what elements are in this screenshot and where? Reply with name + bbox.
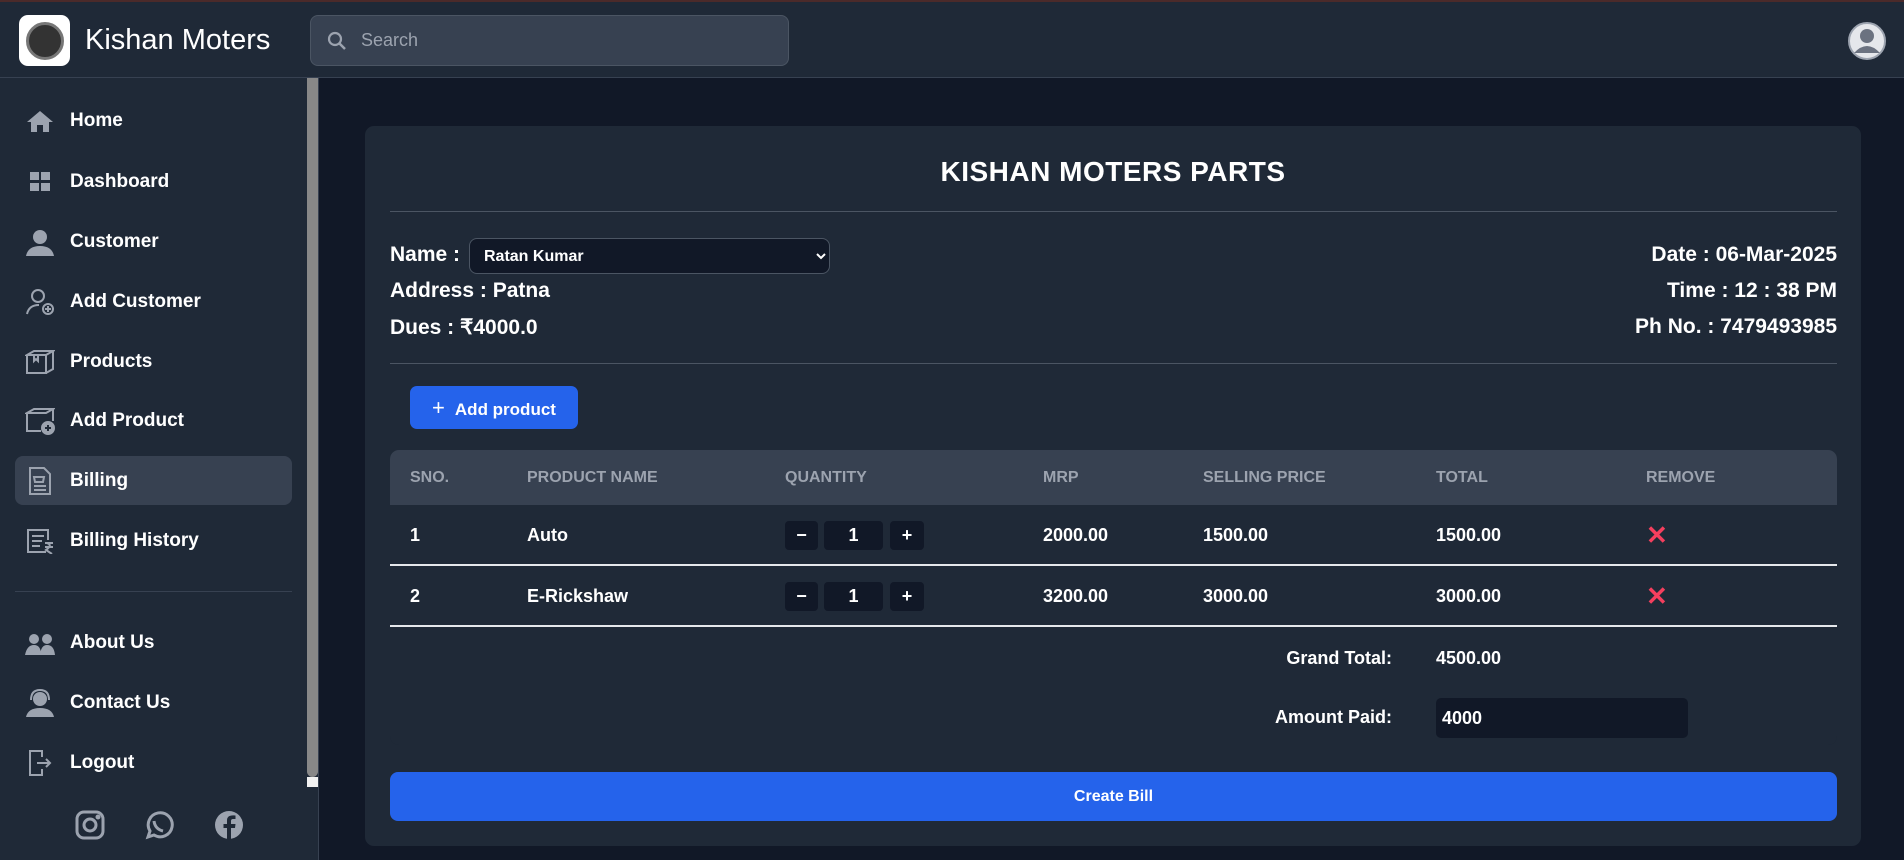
sidebar-item-add-customer[interactable]: Add Customer (15, 277, 292, 326)
sidebar-item-products[interactable]: Products (15, 337, 292, 386)
bill-date: Date : 06-Mar-2025 (1651, 243, 1837, 266)
phone-number: Ph No. : 7479493985 (1635, 315, 1837, 338)
brand-logo[interactable] (19, 15, 70, 66)
bill-time: Time : 12 : 38 PM (1666, 279, 1837, 302)
customer-dues: Dues : ₹4000.0 (390, 316, 538, 339)
facebook-icon[interactable] (214, 810, 244, 840)
col-product-name: PRODUCT NAME (527, 469, 658, 486)
plus-icon: + (432, 394, 445, 420)
logout-icon (25, 749, 55, 777)
bill-icon (25, 466, 55, 495)
remove-icon[interactable]: ✕ (1646, 583, 1668, 609)
amount-paid-label: Amount Paid: (1275, 707, 1392, 727)
add-box-icon (25, 407, 55, 435)
sidebar: Home Dashboard Customer Add Customer Pro… (0, 78, 319, 860)
decrease-quantity-button[interactable]: − (785, 582, 818, 611)
table-row: 1 Auto − 1 + 2000.00 1500.00 1500.00 ✕ (390, 505, 1837, 566)
sidebar-item-customer[interactable]: Customer (15, 217, 292, 266)
user-avatar-icon[interactable] (1847, 21, 1887, 61)
row-total: 3000.00 (1436, 586, 1502, 606)
sidebar-item-add-product[interactable]: Add Product (15, 396, 292, 445)
box-icon (25, 348, 55, 376)
home-icon (25, 107, 55, 135)
customer-address: Address : Patna (390, 279, 550, 302)
support-icon (25, 688, 55, 717)
sidebar-item-about-us[interactable]: About Us (15, 618, 292, 667)
billing-card: KISHAN MOTERS PARTS Name : Ratan Kumar A… (365, 126, 1861, 846)
bill-title: KISHAN MOTERS PARTS (940, 156, 1286, 187)
scrollbar-track (307, 777, 318, 787)
row-product-name: E-Rickshaw (527, 586, 629, 606)
quantity-value[interactable]: 1 (824, 521, 883, 550)
whatsapp-icon[interactable] (144, 810, 174, 840)
bill-history-icon (25, 527, 55, 555)
search-icon (327, 31, 346, 50)
top-bar: Kishan Moters (0, 2, 1904, 78)
increase-quantity-button[interactable]: + (890, 582, 924, 611)
row-mrp: 2000.00 (1043, 525, 1109, 545)
sidebar-item-home[interactable]: Home (15, 96, 292, 145)
add-product-label: Add product (454, 399, 556, 419)
divider (390, 211, 1837, 212)
user-icon (25, 228, 55, 256)
row-selling-price: 1500.00 (1203, 525, 1269, 545)
grand-total-value: 4500.00 (1436, 648, 1502, 668)
team-icon (25, 629, 55, 657)
create-bill-button[interactable]: Create Bill (390, 772, 1837, 821)
amount-paid-input[interactable] (1436, 698, 1688, 738)
table-row: 2 E-Rickshaw − 1 + 3200.00 3000.00 3000.… (390, 566, 1837, 627)
col-sno: SNO. (410, 469, 450, 486)
search-input[interactable] (361, 16, 761, 65)
grid-icon (25, 168, 55, 196)
row-sno: 1 (410, 525, 421, 545)
row-sno: 2 (410, 586, 421, 606)
col-quantity: QUANTITY (785, 469, 867, 486)
col-remove: REMOVE (1646, 469, 1716, 486)
name-label: Name : (390, 243, 461, 266)
row-total: 1500.00 (1436, 525, 1502, 545)
col-total: TOTAL (1436, 469, 1488, 486)
instagram-icon[interactable] (75, 810, 105, 840)
add-product-button[interactable]: + Add product (410, 386, 578, 429)
row-selling-price: 3000.00 (1203, 586, 1269, 606)
row-product-name: Auto (527, 525, 568, 545)
decrease-quantity-button[interactable]: − (785, 521, 818, 550)
sidebar-item-logout[interactable]: Logout (15, 738, 292, 787)
divider (390, 363, 1837, 364)
sidebar-scrollbar[interactable] (307, 78, 318, 777)
customer-select[interactable]: Ratan Kumar (469, 238, 830, 274)
brand-name: Kishan Moters (85, 24, 271, 56)
grand-total-label: Grand Total: (1286, 648, 1392, 668)
col-selling-price: SELLING PRICE (1203, 469, 1326, 486)
search-box[interactable] (310, 15, 789, 66)
sidebar-item-contact-us[interactable]: Contact Us (15, 678, 292, 727)
remove-icon[interactable]: ✕ (1646, 522, 1668, 548)
add-user-icon (25, 288, 55, 316)
sidebar-item-billing[interactable]: Billing (15, 456, 292, 505)
sidebar-item-billing-history[interactable]: Billing History (15, 516, 292, 565)
sidebar-divider (15, 591, 292, 592)
quantity-value[interactable]: 1 (824, 582, 883, 611)
table-header: SNO. PRODUCT NAME QUANTITY MRP SELLING P… (390, 450, 1837, 505)
sidebar-item-dashboard[interactable]: Dashboard (15, 157, 292, 206)
products-table: SNO. PRODUCT NAME QUANTITY MRP SELLING P… (390, 450, 1837, 745)
increase-quantity-button[interactable]: + (890, 521, 924, 550)
col-mrp: MRP (1043, 469, 1079, 486)
row-mrp: 3200.00 (1043, 586, 1109, 606)
